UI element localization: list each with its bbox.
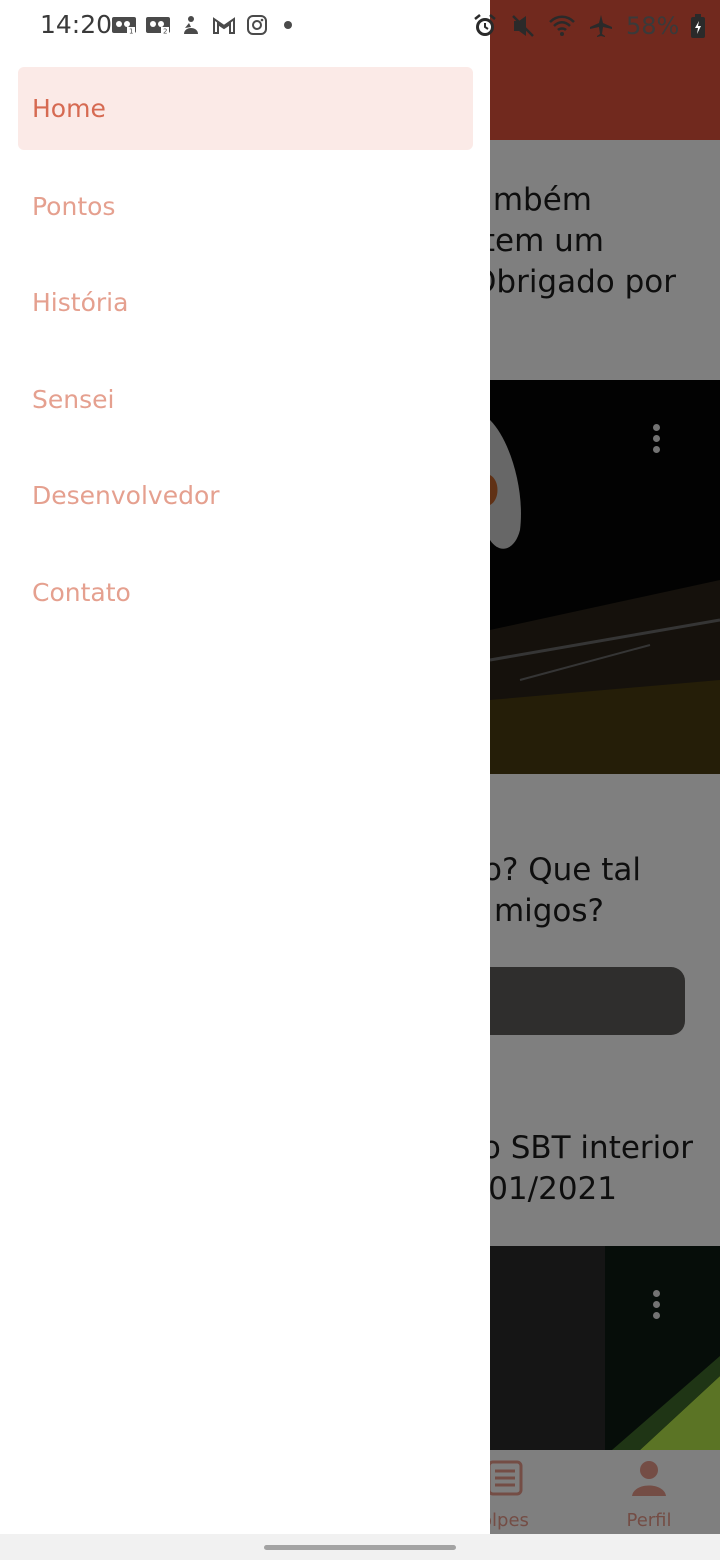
system-icons: 58% <box>472 12 706 40</box>
svg-text:2: 2 <box>163 28 167 36</box>
battery-percentage: 58% <box>626 12 680 40</box>
dot-icon <box>284 21 292 29</box>
gesture-navigation-bar <box>0 1534 720 1560</box>
drawer-item-label: Home <box>32 94 106 123</box>
svg-text:1: 1 <box>129 28 133 36</box>
drawer-item-home[interactable]: Home <box>18 67 473 150</box>
app-icon <box>184 16 198 34</box>
drawer-item-contato[interactable]: Contato <box>18 551 473 634</box>
instagram-icon <box>247 15 267 35</box>
status-time: 14:20 <box>40 10 113 39</box>
vibrate-off-icon <box>512 15 534 37</box>
voicemail-icon: 1 <box>112 17 136 36</box>
drawer-item-label: Contato <box>32 578 131 607</box>
drawer-item-label: Desenvolvedor <box>32 481 220 510</box>
alarm-icon <box>474 14 496 36</box>
navigation-drawer: Home Pontos História Sensei Desenvolvedo… <box>0 0 490 1534</box>
drawer-item-historia[interactable]: História <box>18 261 473 344</box>
notification-icons: 1 2 <box>112 14 298 36</box>
airplane-icon <box>590 15 612 37</box>
voicemail-icon: 2 <box>146 17 170 36</box>
gmail-icon <box>213 17 235 34</box>
wifi-icon <box>549 15 575 36</box>
drawer-item-label: História <box>32 288 129 317</box>
drawer-item-pontos[interactable]: Pontos <box>18 165 473 248</box>
drawer-item-label: Pontos <box>32 192 116 221</box>
drawer-item-label: Sensei <box>32 385 115 414</box>
status-bar: 14:20 1 2 58% <box>0 0 720 52</box>
battery-icon <box>691 14 706 38</box>
drawer-item-sensei[interactable]: Sensei <box>18 358 473 441</box>
drawer-item-desenvolvedor[interactable]: Desenvolvedor <box>18 454 473 537</box>
home-gesture-handle[interactable] <box>264 1545 456 1550</box>
